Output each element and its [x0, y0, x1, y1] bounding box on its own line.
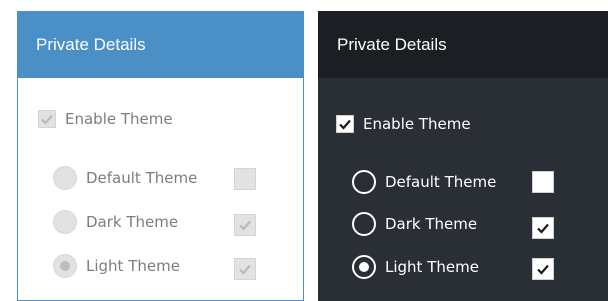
enable-theme-option[interactable]: Enable Theme: [38, 110, 173, 128]
light-theme-radio[interactable]: [352, 255, 376, 279]
check-icon: [537, 264, 549, 275]
theme-option-default[interactable]: Default Theme: [53, 166, 197, 190]
light-theme-label: Light Theme: [86, 257, 180, 275]
check-icon: [239, 220, 251, 231]
default-theme-radio[interactable]: [352, 170, 376, 194]
enable-theme-option[interactable]: Enable Theme: [336, 115, 471, 133]
theme-option-dark[interactable]: Dark Theme: [352, 212, 477, 236]
check-icon: [339, 119, 351, 130]
light-theme-label: Light Theme: [385, 258, 479, 276]
theme-option-light[interactable]: Light Theme: [53, 254, 180, 278]
light-theme-checkbox[interactable]: [234, 258, 256, 280]
dark-theme-radio[interactable]: [53, 210, 77, 234]
light-theme-radio[interactable]: [53, 254, 77, 278]
default-theme-checkbox[interactable]: [234, 168, 256, 190]
light-theme-checkbox[interactable]: [532, 258, 554, 280]
default-theme-checkbox[interactable]: [532, 171, 554, 193]
panel-header: Private Details: [318, 11, 608, 78]
dark-theme-label: Dark Theme: [86, 213, 179, 231]
enable-theme-label: Enable Theme: [65, 110, 173, 128]
dark-theme-radio[interactable]: [352, 212, 376, 236]
light-panel: Private Details Enable Theme Default The…: [17, 11, 304, 301]
enable-theme-label: Enable Theme: [363, 115, 471, 133]
radio-dot: [359, 262, 369, 272]
dark-theme-label: Dark Theme: [385, 215, 478, 233]
dark-panel: Private Details Enable Theme Default The…: [318, 11, 608, 301]
check-icon: [41, 114, 53, 125]
check-icon: [239, 264, 251, 275]
panel-header: Private Details: [17, 11, 304, 78]
theme-option-default[interactable]: Default Theme: [352, 170, 496, 194]
check-icon: [537, 223, 549, 234]
default-theme-radio[interactable]: [53, 166, 77, 190]
dark-theme-checkbox[interactable]: [234, 214, 256, 236]
default-theme-label: Default Theme: [86, 169, 198, 187]
enable-theme-checkbox[interactable]: [38, 110, 56, 128]
theme-option-light[interactable]: Light Theme: [352, 255, 479, 279]
dark-theme-checkbox[interactable]: [532, 217, 554, 239]
enable-theme-checkbox[interactable]: [336, 115, 354, 133]
radio-dot: [60, 261, 70, 271]
default-theme-label: Default Theme: [385, 173, 497, 191]
theme-option-dark[interactable]: Dark Theme: [53, 210, 178, 234]
